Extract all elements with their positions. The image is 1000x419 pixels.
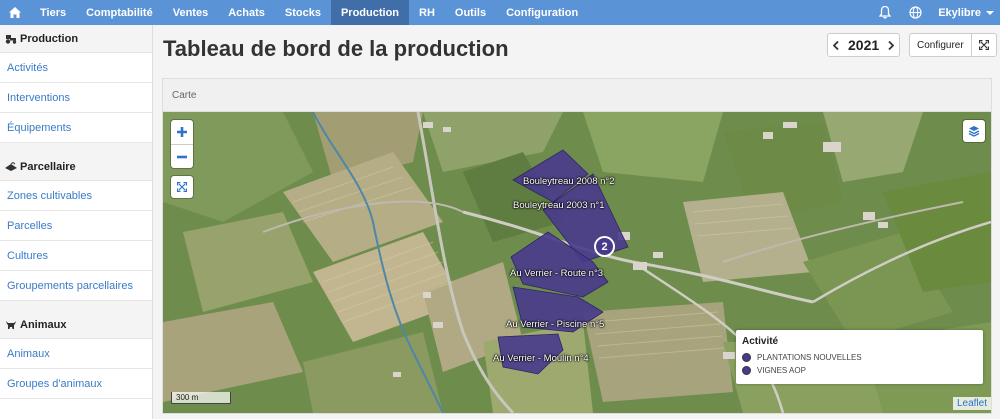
nav-stocks[interactable]: Stocks (275, 0, 331, 25)
legend-swatch (742, 353, 751, 362)
plot-label[interactable]: Au Verrier - Piscine n°5 (506, 319, 604, 330)
sidebar-section-parcellaire: Parcellaire (0, 153, 152, 181)
nav-achats[interactable]: Achats (218, 0, 275, 25)
nav-production[interactable]: Production (330, 0, 410, 25)
nav-rh[interactable]: RH (409, 0, 445, 25)
language-button[interactable] (900, 0, 930, 25)
page-title: Tableau de bord de la production (163, 36, 509, 61)
sidebar-item-cultures[interactable]: Cultures (0, 241, 152, 271)
globe-icon (909, 6, 922, 19)
legend-item[interactable]: VIGNES AOP (742, 364, 977, 377)
sidebar-item-animaux[interactable]: Animaux (0, 339, 152, 369)
map-view[interactable]: Bouleytreau 2008 n°2 Bouleytreau 2003 n°… (163, 112, 991, 413)
sidebar-section-production: Production (0, 25, 152, 53)
year-selector: 2021 (827, 33, 901, 57)
configure-group: Configurer (909, 33, 997, 57)
nav-comptabilite[interactable]: Comptabilité (76, 0, 163, 25)
nav-home[interactable] (0, 0, 30, 25)
expand-icon (177, 182, 187, 192)
sidebar-item-parcelles[interactable]: Parcelles (0, 211, 152, 241)
legend-label: PLANTATIONS NOUVELLES (757, 353, 862, 362)
sidebar-item-groupements-parcellaires[interactable]: Groupements parcellaires (0, 271, 152, 301)
notifications-button[interactable] (870, 0, 900, 25)
nav-configuration[interactable]: Configuration (496, 0, 588, 25)
plot-label[interactable]: Au Verrier - Moulin n°4 (493, 353, 589, 364)
fit-bounds-button[interactable] (171, 176, 193, 198)
nav-outils[interactable]: Outils (445, 0, 496, 25)
expand-icon (978, 40, 989, 50)
user-name: Ekylibre (938, 6, 981, 19)
legend-label: VIGNES AOP (757, 366, 806, 375)
sidebar-divider (0, 301, 152, 311)
sidebar-item-equipements[interactable]: Équipements (0, 113, 152, 143)
layers-button[interactable] (963, 120, 985, 142)
fullscreen-button[interactable] (972, 34, 996, 56)
chevron-down-icon (986, 10, 994, 15)
plot-label[interactable]: Bouleytreau 2008 n°2 (523, 176, 614, 187)
sidebar-section-title: Parcellaire (20, 160, 76, 173)
plus-icon (177, 127, 187, 137)
home-icon (9, 7, 21, 18)
user-menu[interactable]: Ekylibre (930, 0, 1000, 25)
attribution-link[interactable]: Leaflet (952, 397, 991, 410)
top-navbar: Tiers Comptabilité Ventes Achats Stocks … (0, 0, 1000, 25)
sidebar-item-zones-cultivables[interactable]: Zones cultivables (0, 181, 152, 211)
zoom-control (171, 120, 193, 168)
field-icon (5, 161, 17, 171)
sidebar-item-activites[interactable]: Activités (0, 53, 152, 83)
legend-item[interactable]: PLANTATIONS NOUVELLES (742, 351, 977, 364)
configure-button[interactable]: Configurer (910, 34, 972, 56)
previous-year-button[interactable] (828, 34, 844, 56)
zoom-out-button[interactable] (171, 144, 193, 168)
chevron-right-icon (888, 40, 895, 50)
tractor-icon (5, 34, 17, 44)
chevron-left-icon (833, 40, 839, 50)
sidebar-section-animaux: Animaux (0, 311, 152, 339)
sidebar: Production Activités Interventions Équip… (0, 25, 153, 419)
scale-bar: 300 m (171, 392, 231, 404)
legend-title: Activité (742, 336, 779, 347)
zoom-in-button[interactable] (171, 120, 193, 144)
plot-label[interactable]: Au Verrier - Route n°3 (510, 268, 603, 279)
map-card: Carte Bouleytreau 2008 n°2 Bouleytreau 2… (162, 78, 992, 414)
minus-icon (177, 155, 187, 158)
nav-ventes[interactable]: Ventes (163, 0, 218, 25)
layers-icon (968, 126, 980, 137)
cow-icon (6, 320, 16, 329)
sidebar-section-title: Production (20, 32, 79, 45)
plot-label[interactable]: Bouleytreau 2003 n°1 (513, 200, 604, 211)
current-year: 2021 (848, 37, 880, 53)
map-legend: Activité PLANTATIONS NOUVELLES VIGNES AO… (736, 330, 983, 384)
nav-tiers[interactable]: Tiers (30, 0, 76, 25)
map-card-title: Carte (163, 79, 991, 112)
main-content: Tableau de bord de la production 2021 Co… (153, 25, 1000, 419)
sidebar-section-title: Animaux (20, 318, 67, 331)
sidebar-divider (0, 143, 152, 153)
legend-swatch (742, 366, 751, 375)
sidebar-item-interventions[interactable]: Interventions (0, 83, 152, 113)
next-year-button[interactable] (883, 34, 899, 56)
sidebar-item-groupes-animaux[interactable]: Groupes d'animaux (0, 369, 152, 399)
bell-icon (879, 6, 892, 19)
marker-cluster[interactable]: 2 (594, 236, 615, 257)
